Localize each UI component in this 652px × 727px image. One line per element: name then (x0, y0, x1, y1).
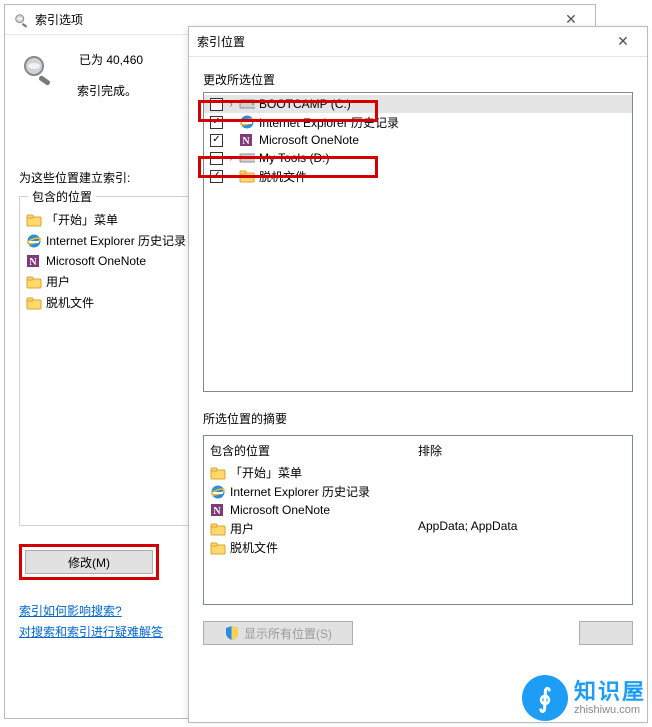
ie-icon (210, 484, 226, 500)
summary-label: 脱机文件 (230, 539, 278, 556)
checkbox[interactable] (210, 152, 223, 165)
location-label: Internet Explorer 历史记录 (46, 232, 186, 249)
titlebar-front: 索引位置 ✕ (189, 27, 647, 57)
indexed-count: 已为 40,460 (79, 51, 143, 68)
window-title-front: 索引位置 (197, 33, 245, 50)
checkbox[interactable] (210, 170, 223, 183)
tree-row[interactable]: › My Tools (D:) (204, 149, 632, 167)
summary-excluded: AppData; AppData (418, 517, 626, 535)
folder-icon (26, 212, 42, 228)
folder-icon (210, 465, 226, 481)
col-included-header: 包含的位置 (210, 440, 418, 463)
tree-row[interactable]: Internet Explorer 历史记录 (204, 113, 632, 131)
drive-icon (239, 150, 255, 166)
onenote-icon (239, 132, 255, 148)
truncated-button[interactable] (579, 621, 633, 645)
magnifier-icon (19, 51, 63, 88)
close-button-front[interactable]: ✕ (603, 28, 643, 56)
ie-icon (239, 114, 255, 130)
show-all-locations-button[interactable]: 显示所有位置(S) (203, 621, 353, 645)
summary-item[interactable]: 脱机文件 (210, 538, 418, 557)
expander-icon[interactable]: › (225, 153, 237, 164)
summary-excluded (418, 499, 626, 517)
summary-item[interactable]: 「开始」菜单 (210, 463, 418, 482)
locations-tree[interactable]: › BOOTCAMP (C:) Internet Explorer 历史记录 Micr… (203, 92, 633, 392)
tree-row[interactable]: Microsoft OneNote (204, 131, 632, 149)
index-status: 索引完成。 (77, 82, 143, 99)
location-label: Microsoft OneNote (46, 254, 146, 268)
folder-icon (26, 274, 42, 290)
summary-excluded (418, 481, 626, 499)
window-title: 索引选项 (35, 11, 83, 28)
summary-excluded (418, 535, 626, 553)
onenote-icon (26, 253, 42, 269)
watermark-url: zhishiwu.com (574, 704, 646, 716)
tree-label: Microsoft OneNote (259, 133, 359, 147)
expander-icon[interactable]: › (225, 99, 237, 110)
app-icon (13, 12, 29, 28)
onenote-icon (210, 502, 226, 518)
summary-box: 包含的位置 「开始」菜单 Internet Explorer 历史记录 Micros… (203, 435, 633, 605)
tree-label: BOOTCAMP (C:) (259, 97, 351, 111)
show-all-label: 显示所有位置(S) (244, 625, 332, 642)
summary-label: 「开始」菜单 (230, 464, 302, 481)
summary-label: Microsoft OneNote (230, 503, 330, 517)
ie-icon (26, 233, 42, 249)
folder-icon (210, 521, 226, 537)
shield-icon (224, 625, 240, 641)
checkbox[interactable] (210, 116, 223, 129)
change-locations-label: 更改所选位置 (203, 71, 633, 88)
checkbox[interactable] (210, 98, 223, 111)
folder-icon (26, 295, 42, 311)
tree-row[interactable]: 脱机文件 (204, 167, 632, 185)
location-label: 脱机文件 (46, 294, 94, 311)
group-legend: 包含的位置 (28, 188, 96, 205)
summary-label: 用户 (230, 520, 254, 537)
tree-label: My Tools (D:) (259, 151, 329, 165)
drive-icon (239, 96, 255, 112)
summary-item[interactable]: Internet Explorer 历史记录 (210, 482, 418, 501)
checkbox[interactable] (210, 134, 223, 147)
summary-excluded (418, 463, 626, 481)
summary-item[interactable]: 用户 (210, 519, 418, 538)
summary-label: Internet Explorer 历史记录 (230, 483, 370, 500)
location-label: 用户 (46, 273, 70, 290)
location-label: 「开始」菜单 (46, 211, 118, 228)
tree-label: 脱机文件 (259, 168, 307, 185)
col-excluded-header: 排除 (418, 440, 626, 463)
watermark-icon: ∮ (522, 675, 568, 721)
modify-button[interactable]: 修改(M) (25, 550, 153, 574)
index-locations-window: 索引位置 ✕ 更改所选位置 › BOOTCAMP (C:) Internet Exp… (188, 26, 648, 723)
watermark: ∮ 知识屋 zhishiwu.com (522, 675, 646, 721)
tree-row[interactable]: › BOOTCAMP (C:) (204, 95, 632, 113)
watermark-title: 知识屋 (574, 680, 646, 704)
folder-icon (210, 540, 226, 556)
summary-label: 所选位置的摘要 (203, 410, 633, 427)
tree-label: Internet Explorer 历史记录 (259, 114, 399, 131)
folder-icon (239, 168, 255, 184)
summary-item[interactable]: Microsoft OneNote (210, 501, 418, 519)
